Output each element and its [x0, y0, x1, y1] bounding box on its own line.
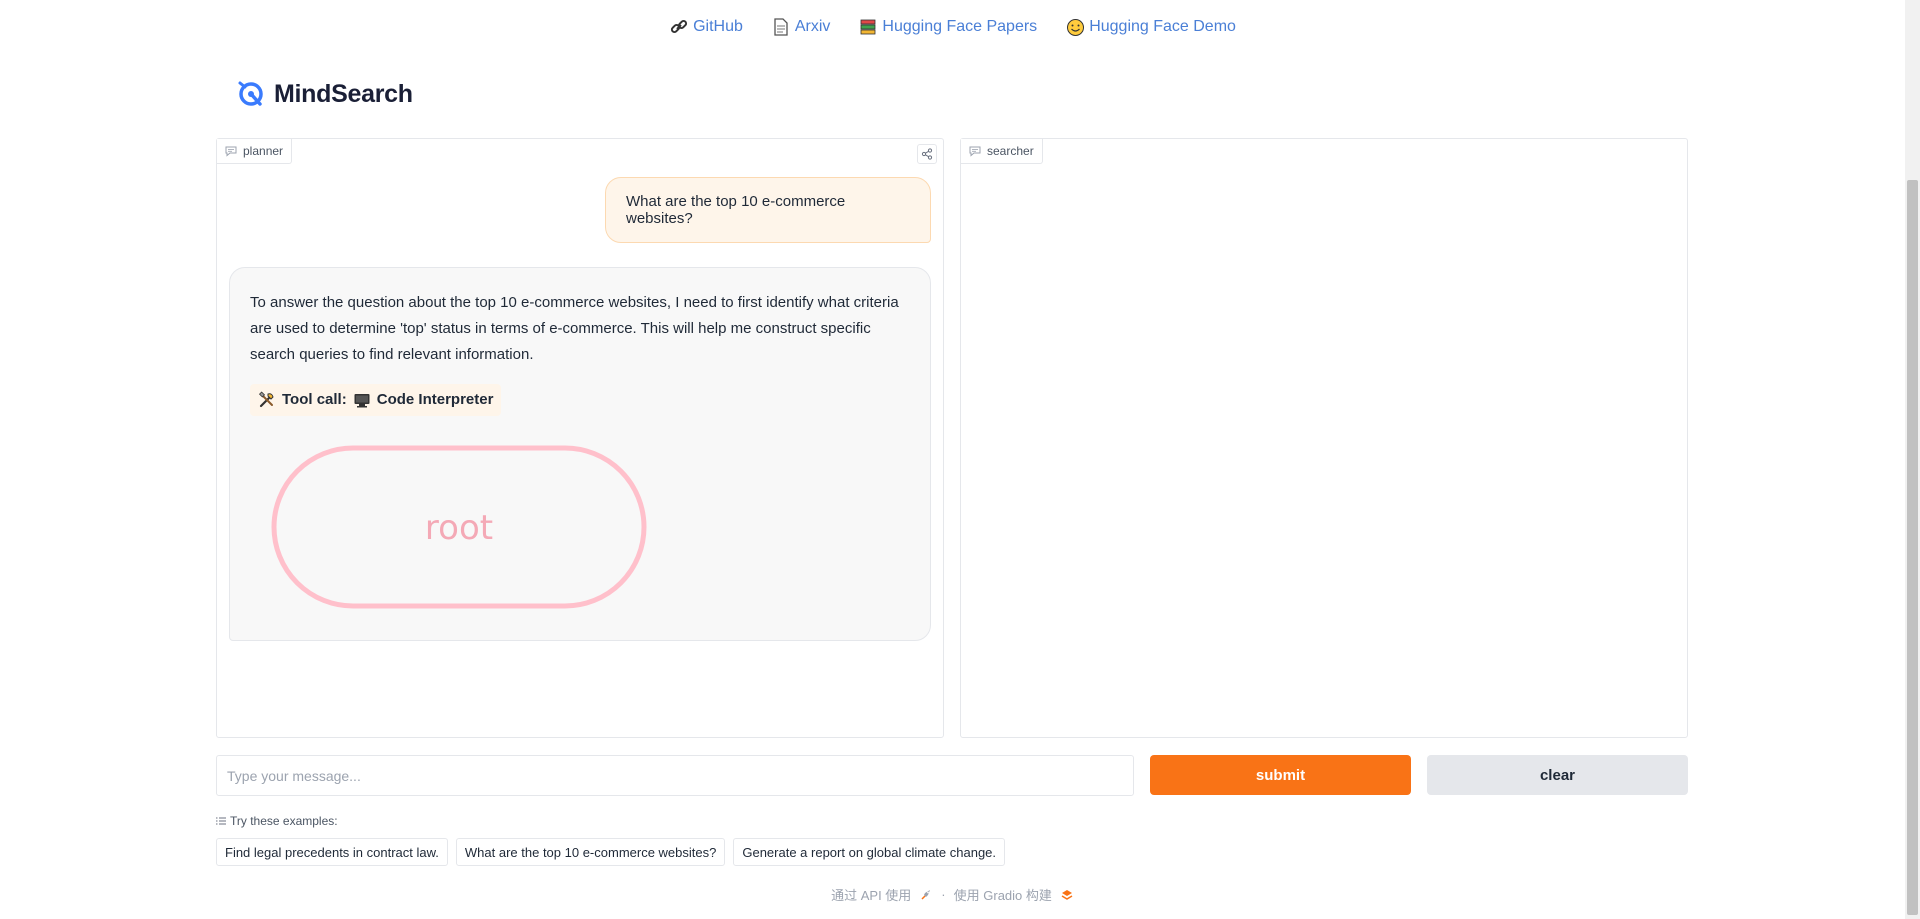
github-link-label: GitHub	[693, 18, 743, 35]
gradio-logo-icon	[1061, 889, 1073, 900]
tool-name: Code Interpreter	[376, 391, 494, 408]
tools-icon	[258, 391, 274, 408]
planner-panel: planner What are the top 10 e-commerce w…	[216, 138, 944, 738]
example-item[interactable]: Generate a report on global climate chan…	[733, 838, 1006, 866]
top-links: GitHub Arxiv Hugging Face Papers Hugging…	[0, 17, 1905, 37]
computer-icon	[354, 394, 370, 408]
hugging-face-papers-label: Hugging Face Papers	[882, 18, 1038, 35]
search-graph: root	[271, 445, 647, 609]
share-button[interactable]	[917, 144, 937, 164]
list-icon	[216, 817, 226, 825]
arxiv-link[interactable]: Arxiv	[771, 17, 831, 37]
submit-button[interactable]: submit	[1150, 755, 1411, 795]
rocket-icon	[921, 889, 931, 900]
hugging-face-demo-link[interactable]: Hugging Face Demo	[1065, 17, 1236, 37]
searcher-label-tab: searcher	[961, 139, 1043, 164]
examples-list: Find legal precedents in contract law. W…	[216, 838, 1006, 866]
logo-name: MindSearch	[274, 79, 413, 108]
bot-message-text: To answer the question about the top 10 …	[250, 294, 899, 363]
searcher-label: searcher	[987, 144, 1034, 158]
bot-message: To answer the question about the top 10 …	[229, 267, 931, 641]
hugging-face-icon	[1065, 17, 1085, 37]
books-icon	[858, 17, 878, 37]
tool-call-chip: Tool call: Code Interpreter	[250, 384, 502, 416]
tool-call-label: Tool call:	[282, 391, 347, 408]
examples-label: Try these examples:	[230, 814, 338, 828]
share-icon	[921, 148, 933, 160]
planner-label: planner	[243, 144, 284, 158]
footer: 通过 API 使用 · 使用 Gradio 构建	[0, 885, 1905, 904]
searcher-panel: searcher	[960, 138, 1688, 738]
example-item[interactable]: What are the top 10 e-commerce websites?	[455, 838, 726, 866]
page-scrollbar[interactable]	[1905, 0, 1920, 919]
planner-label-tab: planner	[217, 139, 293, 164]
arxiv-link-label: Arxiv	[794, 18, 831, 35]
scrollbar-thumb[interactable]	[1907, 180, 1918, 915]
footer-separator: ·	[941, 887, 946, 902]
api-link[interactable]: 通过 API 使用	[831, 885, 911, 904]
example-item[interactable]: Find legal precedents in contract law.	[216, 838, 448, 866]
hugging-face-papers-link[interactable]: Hugging Face Papers	[858, 17, 1037, 37]
chat-icon	[225, 146, 237, 157]
user-message-text: What are the top 10 e-commerce websites?	[626, 193, 846, 227]
chat-icon	[969, 146, 981, 157]
gradio-link[interactable]: 使用 Gradio 构建	[954, 885, 1052, 904]
clear-button[interactable]: clear	[1427, 755, 1688, 795]
mindsearch-logo: MindSearch	[236, 78, 413, 110]
examples-header: Try these examples:	[216, 814, 338, 828]
github-link[interactable]: GitHub	[669, 17, 743, 37]
link-icon	[669, 17, 689, 37]
hugging-face-demo-label: Hugging Face Demo	[1089, 18, 1236, 35]
user-message: What are the top 10 e-commerce websites?	[605, 177, 931, 243]
document-icon	[771, 17, 791, 37]
message-input[interactable]	[216, 755, 1134, 796]
mindsearch-logo-icon	[238, 81, 263, 106]
graph-node-root-label: root	[425, 508, 493, 548]
